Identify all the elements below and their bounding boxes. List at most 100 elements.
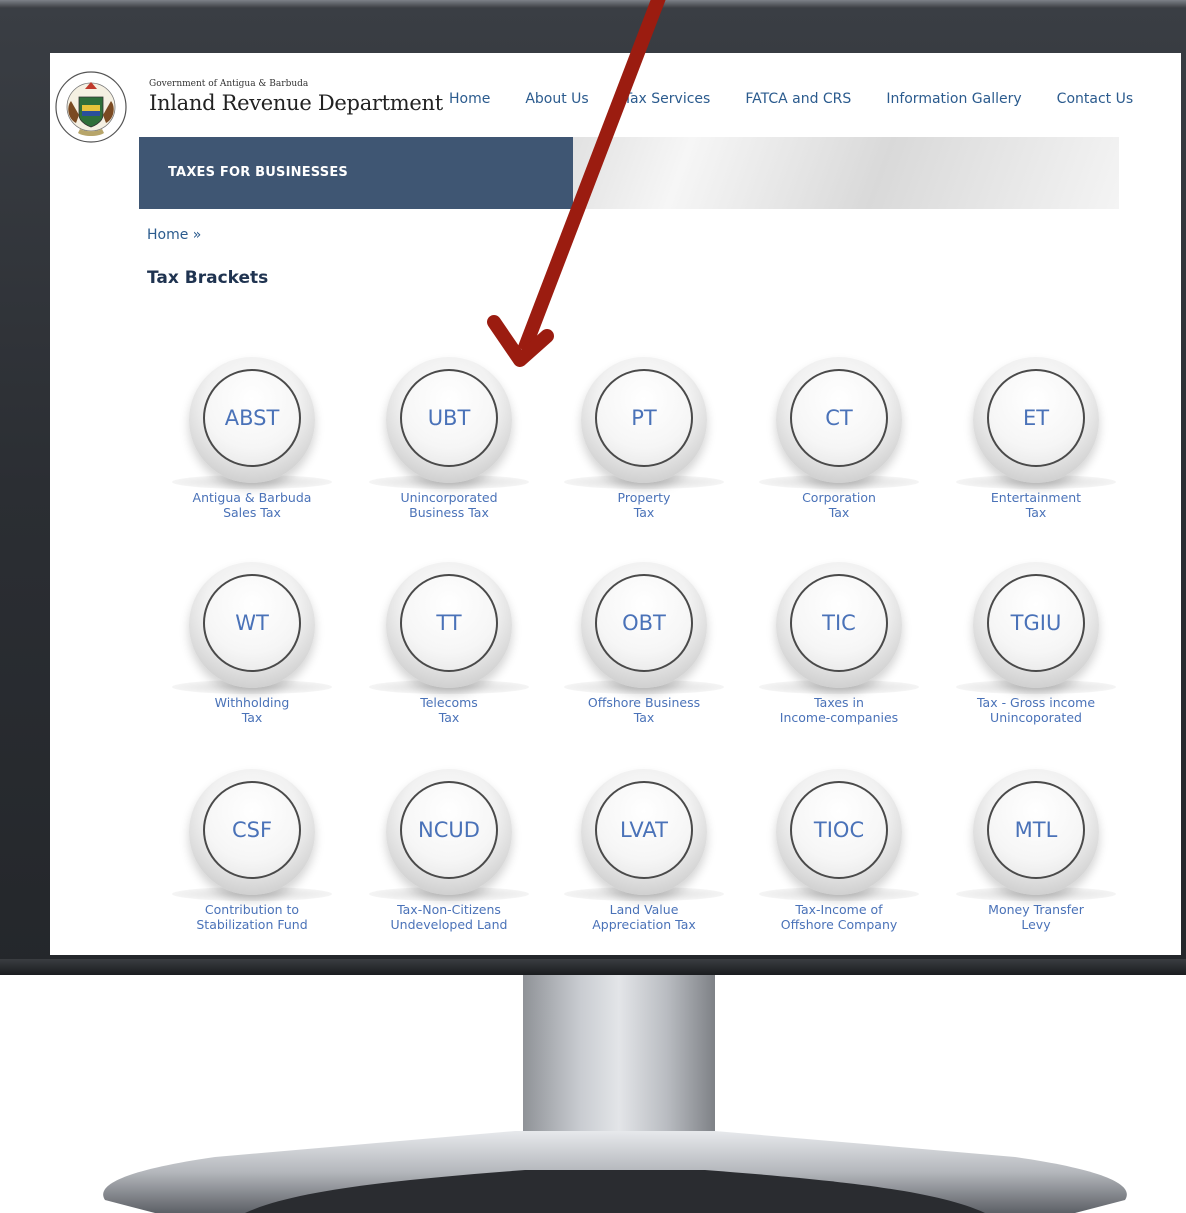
tax-item-tic[interactable]: TIC Taxes in Income-companies (743, 558, 935, 758)
tax-badge[interactable]: CT (759, 353, 919, 493)
tax-name[interactable]: Withholding Tax (156, 695, 348, 725)
tax-name-line1: Tax - Gross income (976, 695, 1096, 710)
tax-name-line2: Tax (633, 505, 655, 520)
tax-item-tt[interactable]: TT Telecoms Tax (353, 558, 545, 758)
tax-badge[interactable]: ABST (172, 353, 332, 493)
badge-face: TIC (790, 574, 888, 672)
tax-badge[interactable]: PT (564, 353, 724, 493)
tax-name-line2: Income-companies (779, 710, 899, 725)
tax-name[interactable]: Antigua & Barbuda Sales Tax (156, 490, 348, 520)
tax-item-obt[interactable]: OBT Offshore Business Tax (548, 558, 740, 758)
tax-code: LVAT (620, 818, 668, 842)
tax-code: ABST (224, 406, 280, 430)
badge-ring: WT (189, 562, 315, 688)
tax-name-line1: Land Value (609, 902, 679, 917)
tax-badge[interactable]: TT (369, 558, 529, 698)
tax-item-ubt[interactable]: UBT Unincorporated Business Tax (353, 353, 545, 553)
browser-screen: Government of Antigua & Barbuda Inland R… (50, 53, 1181, 955)
banner-tab: TAXES FOR BUSINESSES (139, 137, 573, 209)
tax-badge[interactable]: NCUD (369, 765, 529, 905)
badge-ring: TT (386, 562, 512, 688)
tax-name[interactable]: Contribution to Stabilization Fund (156, 902, 348, 932)
nav-item-information-gallery[interactable]: Information Gallery (886, 91, 1021, 107)
tax-name[interactable]: Tax - Gross income Unincoporated (940, 695, 1132, 725)
tax-name[interactable]: Offshore Business Tax (548, 695, 740, 725)
tax-badge[interactable]: TIOC (759, 765, 919, 905)
page-title: Tax Brackets (147, 268, 269, 288)
monitor-stand-base (103, 1131, 1127, 1213)
tax-badge[interactable]: OBT (564, 558, 724, 698)
tax-name-line1: Taxes in (814, 695, 864, 710)
tax-name-line2: Stabilization Fund (196, 917, 308, 932)
tax-item-ct[interactable]: CT Corporation Tax (743, 353, 935, 553)
tax-name[interactable]: Telecoms Tax (353, 695, 545, 725)
tax-badge[interactable]: TIC (759, 558, 919, 698)
badge-ring: ET (973, 357, 1099, 483)
tax-item-tioc[interactable]: TIOC Tax-Income of Offshore Company (743, 765, 935, 955)
tax-item-abst[interactable]: ABST Antigua & Barbuda Sales Tax (156, 353, 348, 553)
badge-face: ET (987, 369, 1085, 467)
tax-name[interactable]: Land Value Appreciation Tax (548, 902, 740, 932)
breadcrumb[interactable]: Home » (147, 227, 201, 243)
tax-item-csf[interactable]: CSF Contribution to Stabilization Fund (156, 765, 348, 955)
tax-code: TT (436, 611, 462, 635)
tax-name[interactable]: Corporation Tax (743, 490, 935, 520)
tax-item-tgiu[interactable]: TGIU Tax - Gross income Unincoporated (940, 558, 1132, 758)
tax-name[interactable]: Taxes in Income-companies (743, 695, 935, 725)
banner-label: TAXES FOR BUSINESSES (168, 165, 348, 180)
tax-item-wt[interactable]: WT Withholding Tax (156, 558, 348, 758)
tax-badge[interactable]: TGIU (956, 558, 1116, 698)
tax-name-line1: Tax-Non-Citizens (397, 902, 501, 917)
nav-item-home[interactable]: Home (449, 91, 490, 107)
tax-badge[interactable]: WT (172, 558, 332, 698)
tax-badge[interactable]: UBT (369, 353, 529, 493)
badge-face: WT (203, 574, 301, 672)
badge-ring: TIC (776, 562, 902, 688)
tax-badge[interactable]: LVAT (564, 765, 724, 905)
tax-name-line2: Unincoporated (990, 710, 1082, 725)
badge-face: TIOC (790, 781, 888, 879)
tax-name[interactable]: Entertainment Tax (940, 490, 1132, 520)
tax-name-line1: Telecoms (420, 695, 478, 710)
tax-code: TGIU (1010, 611, 1062, 635)
tax-badge[interactable]: MTL (956, 765, 1116, 905)
tax-badge[interactable]: ET (956, 353, 1116, 493)
tax-name-line1: Contribution to (204, 902, 300, 917)
nav-item-contact-us[interactable]: Contact Us (1057, 91, 1133, 107)
tax-code: NCUD (418, 818, 480, 842)
badge-face: UBT (400, 369, 498, 467)
tax-code: TIC (822, 611, 856, 635)
tax-code: CSF (231, 818, 273, 842)
tax-badge[interactable]: CSF (172, 765, 332, 905)
tax-name[interactable]: Unincorporated Business Tax (353, 490, 545, 520)
coat-of-arms-logo-icon (55, 71, 127, 143)
main-nav: Home About Us Tax Services FATCA and CRS… (449, 91, 1133, 107)
tax-code: WT (235, 611, 269, 635)
tax-name-line2: Offshore Company (780, 917, 898, 932)
tax-code: CT (825, 406, 853, 430)
badge-ring: TIOC (776, 769, 902, 895)
tax-name[interactable]: Property Tax (548, 490, 740, 520)
tax-item-mtl[interactable]: MTL Money Transfer Levy (940, 765, 1132, 955)
tax-name-line1: Corporation (802, 490, 876, 505)
tax-name-line1: Withholding (214, 695, 290, 710)
tax-item-et[interactable]: ET Entertainment Tax (940, 353, 1132, 553)
tax-code: ET (1022, 406, 1050, 430)
tax-name[interactable]: Money Transfer Levy (940, 902, 1132, 932)
tax-item-pt[interactable]: PT Property Tax (548, 353, 740, 553)
tax-name-line2: Business Tax (409, 505, 489, 520)
tax-item-ncud[interactable]: NCUD Tax-Non-Citizens Undeveloped Land (353, 765, 545, 955)
badge-ring: OBT (581, 562, 707, 688)
tax-name[interactable]: Tax-Non-Citizens Undeveloped Land (353, 902, 545, 932)
badge-face: TT (400, 574, 498, 672)
badge-ring: ABST (189, 357, 315, 483)
nav-item-fatca-crs[interactable]: FATCA and CRS (745, 91, 851, 107)
tax-item-lvat[interactable]: LVAT Land Value Appreciation Tax (548, 765, 740, 955)
government-line: Government of Antigua & Barbuda (149, 79, 309, 89)
department-name[interactable]: Inland Revenue Department (149, 91, 443, 115)
badge-face: TGIU (987, 574, 1085, 672)
nav-item-about-us[interactable]: About Us (525, 91, 588, 107)
tax-name[interactable]: Tax-Income of Offshore Company (743, 902, 935, 932)
nav-item-tax-services[interactable]: Tax Services (624, 91, 711, 107)
badge-ring: UBT (386, 357, 512, 483)
